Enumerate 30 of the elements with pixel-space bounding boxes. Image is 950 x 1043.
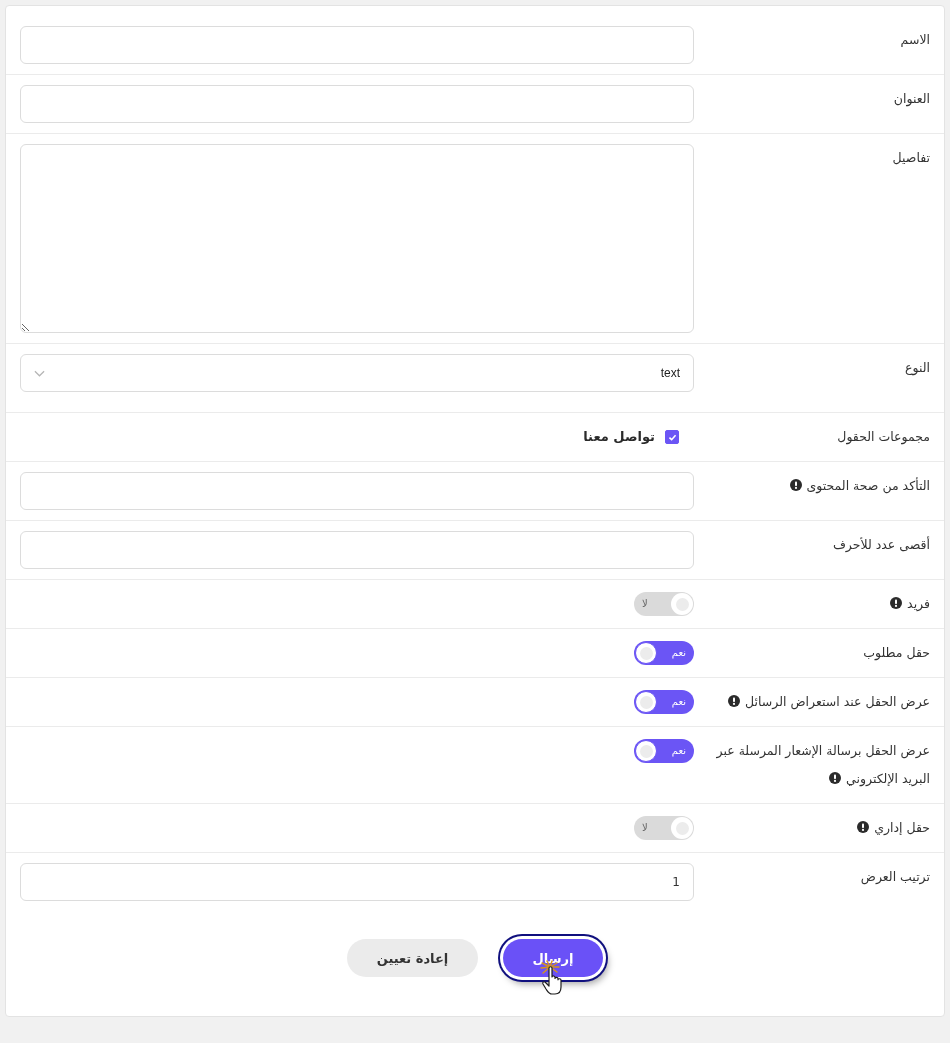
field-label: عرض الحقل برسالة الإشعار المرسلة عبر البريد الإلكتروني bbox=[716, 743, 930, 786]
toggle-switch[interactable]: نعم bbox=[634, 739, 694, 763]
field-label: تفاصيل bbox=[892, 150, 930, 165]
field-label: العنوان bbox=[893, 91, 930, 106]
toggle-switch[interactable]: لا bbox=[634, 816, 694, 840]
field-label: فريد bbox=[907, 596, 930, 611]
field-label: حقل مطلوب bbox=[863, 645, 930, 660]
checkmark-icon bbox=[667, 433, 677, 441]
field-label: عرض الحقل عند استعراض الرسائل bbox=[745, 694, 930, 709]
text-field[interactable] bbox=[20, 26, 694, 64]
text-field[interactable] bbox=[20, 472, 694, 510]
toggle-switch[interactable]: لا bbox=[634, 592, 694, 616]
checkbox[interactable] bbox=[665, 430, 679, 444]
field-label: التأكد من صحة المحتوى bbox=[806, 478, 930, 493]
field-label: ترتيب العرض bbox=[860, 869, 930, 884]
toggle-switch[interactable]: نعم bbox=[634, 641, 694, 665]
checkbox-label[interactable]: تواصل معنا bbox=[583, 429, 655, 445]
field-label: النوع bbox=[905, 360, 930, 375]
text-field[interactable]: 1 bbox=[20, 863, 694, 901]
toggle-switch[interactable]: نعم bbox=[634, 690, 694, 714]
text-field[interactable] bbox=[20, 85, 694, 123]
field-label: أقصى عدد للأحرف bbox=[832, 537, 930, 552]
field-label: حقل إداري bbox=[874, 820, 930, 835]
textarea-field[interactable] bbox=[20, 144, 694, 333]
field-label: الاسم bbox=[900, 32, 930, 47]
reset-button[interactable]: إعادة تعيين bbox=[347, 939, 478, 977]
field-label: مجموعات الحقول bbox=[837, 429, 930, 444]
type-select[interactable]: text bbox=[20, 354, 694, 392]
chevron-down-icon bbox=[34, 369, 45, 377]
text-field[interactable] bbox=[20, 531, 694, 569]
